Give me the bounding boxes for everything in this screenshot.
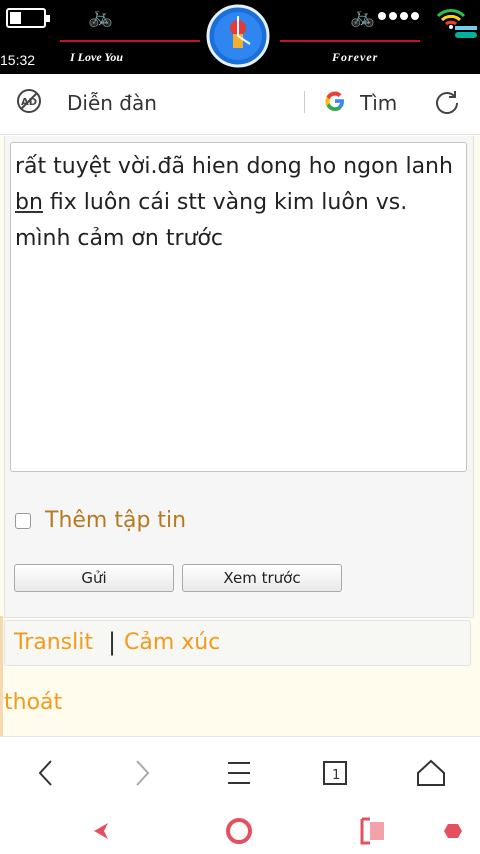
clock-icon (206, 4, 270, 68)
address-separator (304, 91, 305, 113)
system-back-icon[interactable] (88, 816, 118, 846)
battery-icon (6, 8, 50, 28)
decor-line-right (280, 40, 420, 50)
system-home-icon[interactable] (224, 816, 254, 846)
status-bar: 15:32 🚲 🚲 I Love You Forever (0, 0, 480, 74)
search-label[interactable]: Tìm (360, 91, 397, 115)
forever-text: Forever (332, 50, 379, 64)
message-text-part2: fix luôn cái stt vàng kim luôn vs. mình … (15, 190, 408, 251)
system-nav-bar (0, 806, 480, 854)
reload-icon[interactable] (433, 88, 461, 116)
google-icon[interactable] (322, 88, 348, 114)
attach-label[interactable]: Thêm tập tin (45, 508, 186, 533)
tools-links-bar: Translit | Cảm xúc (4, 620, 471, 666)
tabs-icon: 1 (323, 761, 347, 785)
preview-button[interactable]: Xem trước (182, 564, 342, 592)
page-content: rất tuyệt vời.đã hien dong ho ngon lanh … (0, 136, 480, 736)
message-text-underlined: bn (15, 190, 43, 215)
menu-button[interactable] (217, 751, 261, 795)
translit-link[interactable]: Translit (14, 630, 93, 655)
back-button[interactable] (24, 751, 68, 795)
signal-dots-icon (378, 12, 419, 20)
reply-form: rất tuyệt vời.đã hien dong ho ngon lanh … (4, 136, 474, 618)
message-text-part1: rất tuyệt vời.đã hien dong ho ngon lanh (15, 154, 453, 179)
chevron-left-icon (38, 760, 52, 786)
chevron-right-icon (136, 760, 150, 786)
attach-checkbox[interactable] (15, 512, 31, 529)
home-icon (417, 759, 445, 786)
browser-toolbar: 1 (0, 736, 480, 807)
couple-bicycle-icon: 🚲 (88, 4, 113, 28)
svg-text:1: 1 (332, 768, 340, 783)
send-button[interactable]: Gửi (14, 564, 174, 592)
adblock-icon[interactable]: AD (16, 88, 42, 114)
site-title[interactable]: Diễn đàn (67, 91, 157, 115)
hamburger-menu-icon (228, 762, 250, 784)
status-time: 15:32 (0, 52, 36, 68)
logout-link[interactable]: thoát (4, 690, 62, 715)
tabs-button[interactable]: 1 (313, 751, 357, 795)
home-button[interactable] (409, 751, 453, 795)
decor-line-left (60, 40, 200, 50)
browser-address-bar: AD Diễn đàn Tìm (0, 74, 480, 135)
forward-button[interactable] (120, 751, 164, 795)
system-menu-icon[interactable] (440, 816, 470, 846)
left-border-stripe (0, 616, 3, 736)
links-separator: | (108, 628, 117, 656)
couple-bicycle-right-icon: 🚲 (350, 4, 375, 28)
attach-row: Thêm tập tin (15, 508, 186, 533)
message-textarea[interactable]: rất tuyệt vời.đã hien dong ho ngon lanh … (10, 142, 467, 472)
love-text: I Love You (70, 50, 124, 64)
emoji-link[interactable]: Cảm xúc (124, 630, 220, 655)
system-recents-icon[interactable] (358, 816, 388, 846)
sim-indicator-icon (455, 26, 477, 30)
network-indicator-icon (455, 32, 477, 38)
